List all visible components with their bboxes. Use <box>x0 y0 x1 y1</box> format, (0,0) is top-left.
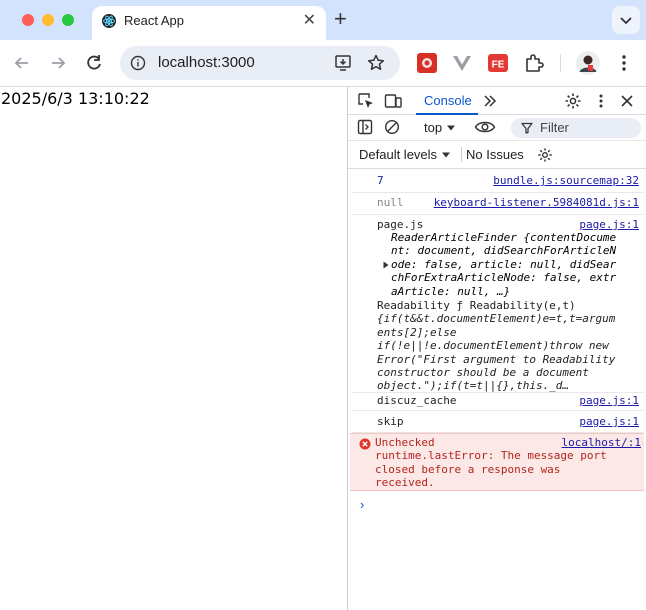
console-message: 7 bundle.js:sourcemap:32 <box>352 171 643 193</box>
filter-input[interactable]: Filter <box>511 118 641 138</box>
function-preview-line: Error("First argument to Readability <box>377 352 616 366</box>
filter-placeholder: Filter <box>540 120 569 135</box>
error-line: closed before a response was <box>375 462 561 476</box>
error-icon <box>359 438 371 450</box>
error-text-continued: runtime.lastError: The message port clos… <box>375 449 641 489</box>
function-preview-line: ents[2];else <box>377 325 457 339</box>
console-source-link[interactable]: page.js:1 <box>579 415 639 428</box>
function-preview-line: {if(t&&t.documentElement)e=t,t=argum <box>377 312 616 326</box>
fe-extension-icon[interactable]: FE <box>487 52 509 74</box>
object-preview-line: ode: false, article: null, didSear <box>391 257 617 271</box>
tab-console-label: Console <box>424 93 472 108</box>
object-preview-line: nt: document, didSearchForArticleN <box>391 244 617 258</box>
console-message: discuz_cache page.js:1 <box>352 390 643 411</box>
install-app-icon[interactable] <box>334 54 352 72</box>
clear-console-icon[interactable] <box>384 119 400 135</box>
extensions-puzzle-icon[interactable] <box>523 52 545 74</box>
readability-function-preview[interactable]: Readability ƒ Readability(e,t) {if(t&&t.… <box>377 299 643 393</box>
log-levels-value: Default levels <box>359 147 438 162</box>
console-message-text: 7 <box>377 174 384 187</box>
inspect-element-icon[interactable] <box>357 92 375 110</box>
object-preview-line: {contentDocume <box>516 231 617 244</box>
bookmark-star-icon[interactable] <box>366 53 386 73</box>
page-viewport: 2025/6/3 13:10:22 <box>0 87 347 610</box>
console-message-text: discuz_cache <box>377 394 457 407</box>
extension-red-icon[interactable] <box>416 52 438 74</box>
tab-react-app[interactable]: React App ✕ <box>92 6 326 40</box>
error-text: Unchecked <box>375 436 575 449</box>
console-source-link[interactable]: bundle.js:sourcemap:32 <box>493 174 639 187</box>
function-preview-line: Readability ƒ Readability(e,t) <box>377 299 576 312</box>
live-expression-eye-icon[interactable] <box>474 119 496 135</box>
expand-triangle-icon[interactable] <box>383 261 389 269</box>
tab-search-button[interactable] <box>612 6 640 34</box>
devtools-tab-bar: Console <box>348 87 646 115</box>
log-levels-select[interactable]: Default levels <box>359 147 451 162</box>
tab-console[interactable]: Console <box>416 87 478 115</box>
site-info-icon[interactable] <box>130 55 146 71</box>
console-message: null keyboard-listener.5984081d.js:1 <box>352 193 643 215</box>
close-window-button[interactable] <box>22 14 34 26</box>
devtools-panel: Console top Filter Default levels No Iss… <box>347 87 646 610</box>
dropdown-triangle-icon <box>446 125 455 131</box>
minimize-window-button[interactable] <box>42 14 54 26</box>
console-message: page.js page.js:1 ReaderArticleFinder {c… <box>352 215 643 393</box>
console-error-message: Unchecked runtime.lastError: The message… <box>350 433 644 491</box>
current-time-text: 2025/6/3 13:10:22 <box>1 89 150 108</box>
console-message: skip page.js:1 <box>352 411 643 433</box>
console-message-text: page.js <box>377 218 424 231</box>
error-line: runtime.lastError: The message port <box>375 449 607 463</box>
function-preview-line: constructor should be a document <box>377 366 589 380</box>
address-bar[interactable]: localhost:3000 <box>120 46 400 80</box>
console-levels-bar: Default levels No Issues <box>348 141 646 169</box>
console-message-text: null <box>377 196 404 209</box>
context-select[interactable]: top <box>424 120 456 135</box>
issues-counter[interactable]: No Issues <box>461 147 524 162</box>
browser-toolbar: localhost:3000 FE <box>0 40 646 87</box>
vue-devtools-icon[interactable] <box>451 52 473 74</box>
dropdown-triangle-icon <box>441 152 450 158</box>
toolbar-divider <box>560 54 561 72</box>
object-preview-line: aArticle: null, …} <box>391 284 511 298</box>
function-preview-line: if(!e||!e.documentElement)throw new <box>377 339 609 353</box>
object-class-name: ReaderArticleFinder <box>391 231 517 244</box>
console-settings-gear-icon[interactable] <box>537 147 553 163</box>
object-preview-row: ode: false, article: null, didSear <box>383 257 643 271</box>
tab-close-icon[interactable]: ✕ <box>303 11 316 31</box>
maximize-window-button[interactable] <box>62 14 74 26</box>
object-preview-line: chForExtraArticleNode: false, extr <box>391 271 617 285</box>
back-arrow-icon[interactable] <box>11 52 33 74</box>
settings-gear-icon[interactable] <box>564 92 582 110</box>
error-line: Unchecked <box>375 436 435 449</box>
device-toolbar-icon[interactable] <box>384 92 402 110</box>
menu-kebab-icon[interactable] <box>613 52 635 74</box>
reload-icon[interactable] <box>83 52 105 74</box>
console-source-link[interactable]: keyboard-listener.5984081d.js:1 <box>434 196 639 209</box>
devtools-menu-kebab-icon[interactable] <box>594 93 608 109</box>
console-source-link[interactable]: page.js:1 <box>579 218 639 231</box>
filter-funnel-icon <box>521 122 533 134</box>
react-icon <box>102 14 116 28</box>
forward-arrow-icon[interactable] <box>47 52 69 74</box>
console-message-text: skip <box>377 415 404 428</box>
sidebar-toggle-icon[interactable] <box>357 119 373 135</box>
console-source-link[interactable]: page.js:1 <box>579 394 639 407</box>
chevron-down-icon <box>620 17 632 25</box>
console-source-link[interactable]: localhost/:1 <box>562 436 641 449</box>
more-tabs-chevron-icon[interactable] <box>482 94 498 108</box>
new-tab-button[interactable]: + <box>334 7 347 31</box>
context-select-value: top <box>424 120 443 135</box>
console-prompt[interactable]: › <box>360 497 364 512</box>
profile-avatar[interactable] <box>576 51 600 75</box>
reader-article-finder-object[interactable]: ReaderArticleFinder {contentDocume nt: d… <box>383 231 643 298</box>
svg-text:FE: FE <box>492 60 505 71</box>
tab-strip: React App ✕ + <box>0 0 646 40</box>
console-toolbar: top Filter <box>348 115 646 141</box>
tab-title: React App <box>124 13 184 28</box>
close-devtools-icon[interactable] <box>620 94 634 108</box>
url-text[interactable]: localhost:3000 <box>158 54 255 71</box>
error-line: received. <box>375 476 435 490</box>
